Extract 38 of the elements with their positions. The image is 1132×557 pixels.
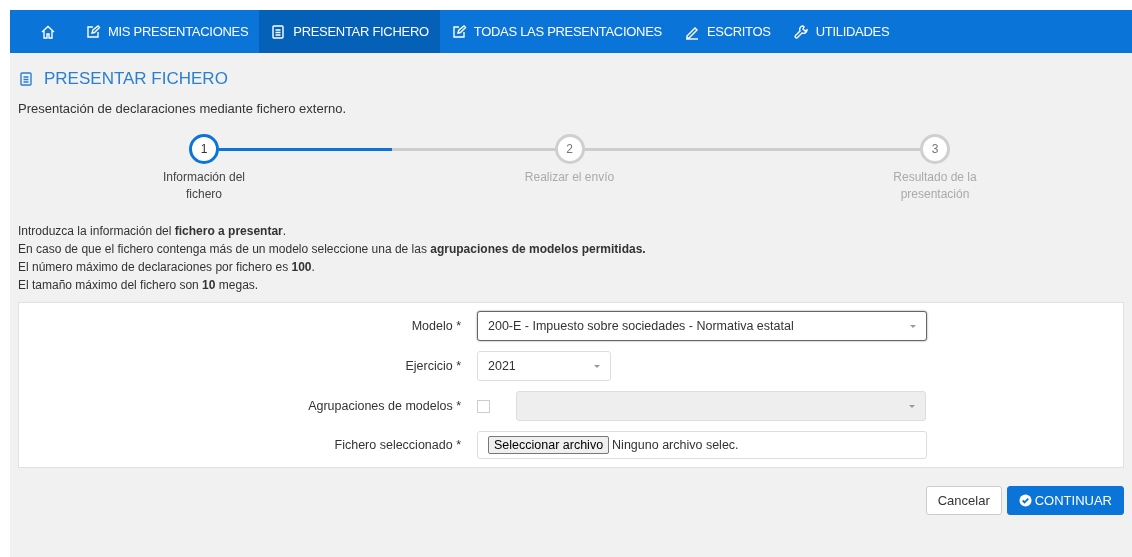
edit-icon <box>450 23 467 40</box>
file-name: Ninguno archivo selec. <box>612 438 739 452</box>
step-label: Resultado de la presentación <box>892 169 978 203</box>
choose-file-button[interactable]: Seleccionar archivo <box>488 436 610 454</box>
field-label: Modelo * <box>411 319 461 333</box>
step-circle: 2 <box>554 134 585 164</box>
select-field[interactable]: 2021 <box>477 351 611 381</box>
field-label: Agrupaciones de modelos * <box>308 399 461 413</box>
edit-icon <box>85 23 101 40</box>
info-text: En caso de que el fichero contenga más de un modelo seleccione una de las agrupaciones de modelos permitidas. <box>18 241 647 258</box>
cancel-button[interactable]: Cancelar <box>925 486 1002 515</box>
page-title: PRESENTAR FICHERO <box>44 69 228 89</box>
nav-tab[interactable]: ESCRITOS <box>672 10 782 53</box>
home-icon <box>40 23 56 40</box>
nav-tab[interactable]: TODAS LAS PRESENTACIONES <box>439 10 673 53</box>
nav-tab[interactable]: PRESENTAR FICHERO <box>259 10 440 53</box>
check-circle-icon <box>1018 494 1032 507</box>
select-field[interactable]: 200-E - Impuesto sobre sociedades - Normativa estatal <box>477 311 927 341</box>
document-icon <box>270 23 287 40</box>
caret-icon <box>909 404 915 408</box>
step-label: Información del fichero <box>161 169 246 203</box>
nav-tab[interactable]: UTILIDADES <box>781 10 901 53</box>
document-icon <box>18 71 34 87</box>
step-circle: 1 <box>189 134 219 164</box>
info-text: Introduzca la información del fichero a presentar. <box>18 223 288 240</box>
info-text: El número máximo de declaraciones por fichero es 100. <box>18 259 316 276</box>
caret-icon <box>910 324 916 328</box>
file-field[interactable]: Seleccionar archivo Ninguno archivo selec. <box>477 431 927 459</box>
info-text: El tamaño máximo del fichero son 10 megas. <box>18 277 260 294</box>
step-label: Realizar el envío <box>524 169 615 186</box>
field-label: Fichero seleccionado * <box>334 438 461 452</box>
field-label: Ejercicio * <box>405 359 461 373</box>
caret-icon <box>594 364 600 368</box>
continue-button[interactable]: CONTINUAR <box>1006 486 1124 515</box>
step-circle: 3 <box>920 134 950 164</box>
nav-tab[interactable]: MIS PRESENTACIONES <box>74 10 260 53</box>
page-subtitle: Presentación de declaraciones mediante fichero externo. <box>18 101 348 116</box>
wrench-icon <box>792 23 809 40</box>
